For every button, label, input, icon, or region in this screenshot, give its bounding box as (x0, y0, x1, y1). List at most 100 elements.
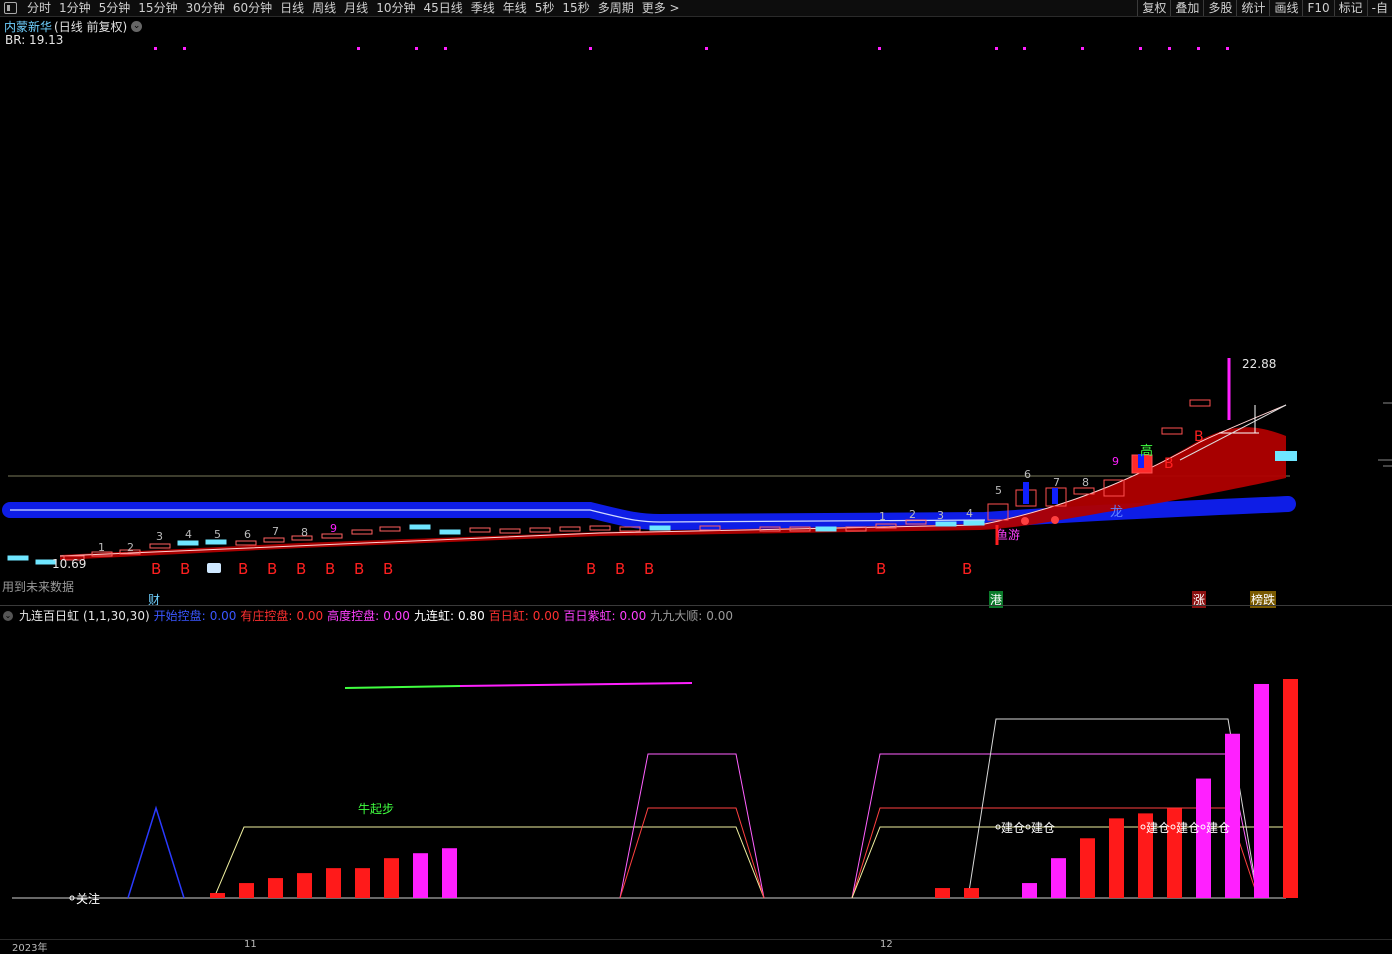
indicator-name[interactable]: 九连百日虹 (19, 607, 79, 624)
buy-signal-b: B (962, 560, 972, 578)
signal-dot (1051, 516, 1059, 524)
magenta-segment (459, 682, 693, 687)
count-label: 1 (879, 510, 886, 523)
field-label: 九九大顺: (650, 609, 703, 623)
label-jiancang: 建仓 (1001, 821, 1025, 835)
chevron-down-icon[interactable]: ⌄ (3, 610, 13, 621)
buy-signal-b: B (615, 560, 625, 578)
candle (409, 524, 431, 530)
field-label: 开始控盘: (153, 609, 206, 623)
indicator-bar (442, 848, 457, 898)
future-data-note: 用到未来数据 (2, 580, 75, 594)
signal-dot (1168, 47, 1171, 50)
label-jiancang: 建仓 (1176, 821, 1200, 835)
signal-long: 龙 (1110, 505, 1123, 520)
panel-divider (0, 605, 1392, 606)
signal-dot (1197, 47, 1200, 50)
candle (1161, 427, 1183, 435)
candle-body (1052, 488, 1058, 504)
indicator-bar (1109, 818, 1124, 898)
blue-triangle (127, 805, 185, 899)
indicator-bar (210, 893, 225, 898)
indicator-header: ⌄ 九连百日虹 (1,1,30,30) 开始控盘: 0.00 有庄控盘: 0.00 … (3, 607, 733, 624)
count-label: 7 (1053, 476, 1060, 489)
indicator-bar (1283, 679, 1298, 898)
indicator-bar (239, 883, 254, 898)
signal-youyou: 鱼游 (996, 528, 1020, 542)
cream-trapezoid (851, 826, 1286, 899)
candle (439, 529, 461, 535)
buy-signal-b: B (238, 560, 248, 578)
indicator-bar (355, 868, 370, 898)
signal-dot (444, 47, 447, 50)
cream-trapezoid (213, 826, 765, 899)
count-label: 8 (1082, 476, 1089, 489)
indicator-bar (297, 873, 312, 898)
count-label: 7 (272, 525, 279, 538)
field-label: 百日虹: (488, 609, 529, 623)
label-jiancang: 建仓 (1146, 821, 1170, 835)
field-label: 有庄控盘: (240, 609, 293, 623)
field-value: 0.00 (532, 608, 560, 623)
signal-dot (1226, 47, 1229, 50)
green-segment (344, 685, 461, 689)
price-low-label: 10.69 (52, 557, 87, 571)
count-label: 4 (185, 528, 192, 541)
count-label: 1 (98, 541, 105, 554)
field-value: 0.00 (619, 608, 647, 623)
signal-dot (154, 47, 157, 50)
indicator-bar (935, 888, 950, 898)
date-label: 12 (880, 939, 893, 950)
candle (499, 528, 521, 534)
pink-trapezoid (619, 753, 765, 899)
signal-dot (1023, 47, 1026, 50)
indicator-bar (1051, 858, 1066, 898)
buy-signal-b: B (267, 560, 277, 578)
signal-dot (357, 47, 360, 50)
buy-signal-b: B (586, 560, 596, 578)
signal-dot (1021, 517, 1029, 525)
indicator-bar (964, 888, 979, 898)
count-label: 3 (937, 509, 944, 522)
indicator-bar (326, 868, 341, 898)
indicator-params: (1,1,30,30) (83, 608, 150, 623)
candle (1189, 399, 1211, 407)
count-label: 9 (1112, 455, 1119, 468)
buy-signal-b: B (644, 560, 654, 578)
candle-body (1023, 482, 1029, 504)
candle (263, 537, 285, 543)
candle (963, 520, 985, 526)
count-label: 3 (156, 530, 163, 543)
date-label: 2023年 (12, 943, 48, 954)
buy-signal-b: B (1194, 429, 1204, 445)
signal-dot (1081, 47, 1084, 50)
label-guanzhu: 关注 (76, 891, 100, 906)
signal-dot (183, 47, 186, 50)
candle (177, 540, 199, 546)
indicator-bar (1254, 683, 1269, 898)
signal-dot (995, 47, 998, 50)
field-value: 0.00 (209, 608, 237, 623)
indicator-bar (268, 878, 283, 898)
candle (589, 525, 611, 531)
kline-chart[interactable]: 1 23 4 5 6 7 8 91 2 3 4567 89B B B B B B B B B B B B BBB高龙鱼游牛起步… (0, 0, 1392, 948)
buy-signal-b: B (151, 560, 161, 578)
signal-dot (589, 47, 592, 50)
label-niuqibu: 牛起步 (358, 801, 394, 816)
signal-dot (705, 47, 708, 50)
count-label: 6 (1024, 468, 1031, 481)
buy-signal-b: B (180, 560, 190, 578)
field-value: 0.80 (457, 608, 485, 623)
candle (235, 540, 257, 546)
count-label: 4 (966, 507, 973, 520)
candle (379, 526, 401, 532)
candle (529, 527, 551, 533)
count-label: 6 (244, 528, 251, 541)
field-value: 0.00 (706, 608, 733, 623)
signal-dot (415, 47, 418, 50)
date-label: 11 (244, 939, 257, 950)
count-label: 9 (330, 522, 337, 535)
count-label: 5 (214, 528, 221, 541)
count-label: 2 (909, 508, 916, 521)
indicator-bar (1225, 733, 1240, 898)
